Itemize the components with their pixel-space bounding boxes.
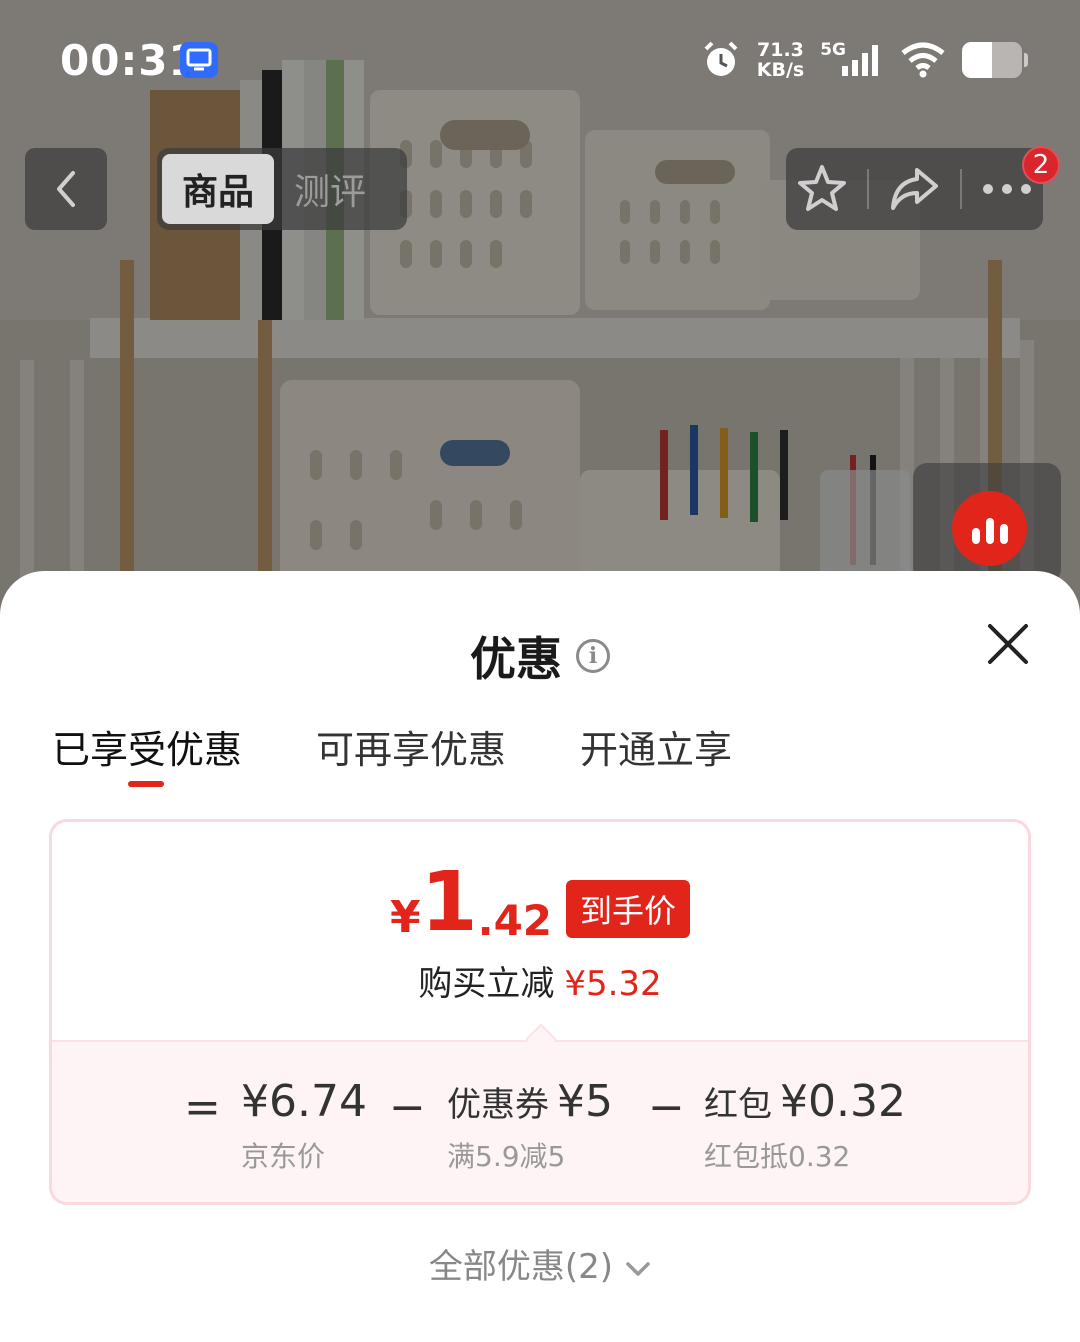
sheet-header: 优惠 i [0,623,1080,689]
breakdown-coupon: 优惠券 ¥5 满5.9减5 [447,1076,613,1175]
network-speed-value: 71.3 [757,39,804,61]
breakdown-red-packet: 红包 ¥0.32 红包抵0.32 [704,1076,906,1175]
final-price: ¥ 1 .42 [390,862,552,944]
discount-sheet: 优惠 i 已享受优惠 可再享优惠 开通立享 ¥ 1 .42 到手价 购买立减 ¥5… [0,571,1080,1342]
discount-card: ¥ 1 .42 到手价 购买立减 ¥5.32 = ¥6.74 京东价 − 优惠券 ¥… [49,819,1031,1205]
live-bar [999,524,1008,544]
network-speed: 71.3 KB/s [757,40,804,80]
sheet-title: 优惠 [470,632,562,686]
savings-row: 购买立减 ¥5.32 [52,956,1028,1005]
live-button[interactable] [952,491,1027,566]
all-discounts-label: 全部优惠(2) [428,1247,614,1287]
notification-badge: 2 [1022,146,1060,184]
status-bar: 00:31 71.3 KB/s 5G [0,0,1080,120]
tab-enjoyed-discounts[interactable]: 已享受优惠 [52,719,242,799]
minus-sign: − [648,1082,685,1133]
final-price-row: ¥ 1 .42 到手价 [52,862,1028,944]
currency-symbol: ¥ [389,892,421,943]
nav-actions [786,148,1043,230]
price-decimal: .42 [477,896,553,945]
discount-tabs: 已享受优惠 可再享优惠 开通立享 [52,719,732,799]
price-integer: 1 [420,855,478,950]
coupon-label: 优惠券 [447,1085,549,1125]
back-icon [57,171,75,207]
more-icon[interactable] [980,179,1034,199]
breakdown-base-price: ¥6.74 京东价 [241,1076,367,1175]
close-icon[interactable] [985,621,1031,667]
price-breakdown: = ¥6.74 京东价 − 优惠券 ¥5 满5.9减5 − 红包 ¥0.32 红包抵… [52,1040,1028,1202]
live-bar [971,528,980,544]
red-packet-value: ¥0.32 [780,1076,906,1127]
red-packet-label: 红包 [704,1085,772,1125]
final-price-tag: 到手价 [566,880,691,938]
equals-sign: = [184,1082,221,1133]
live-bar [985,518,994,544]
coupon-condition: 满5.9减5 [447,1140,566,1173]
info-icon[interactable]: i [576,639,610,673]
tab-more-discounts[interactable]: 可再享优惠 [316,719,506,799]
divider [959,169,962,209]
signal-icon [842,45,878,76]
minus-sign: − [389,1082,426,1133]
alarm-icon [704,41,738,76]
network-speed-unit: KB/s [756,59,805,81]
share-icon[interactable] [887,162,941,216]
nav-tabs: 商品 测评 [157,148,407,230]
all-discounts-button[interactable]: 全部优惠(2) [0,1239,1080,1288]
savings-amount: ¥5.32 [564,964,662,1004]
tab-product[interactable]: 商品 [162,154,275,224]
status-time: 00:31 [60,36,199,85]
base-price-value: ¥6.74 [241,1076,367,1127]
savings-label: 购买立减 [418,964,555,1004]
tab-activate-discounts[interactable]: 开通立享 [580,719,732,799]
base-price-label: 京东价 [241,1140,326,1173]
chevron-down-icon [626,1261,650,1276]
coupon-value: ¥5 [557,1076,613,1127]
wifi-icon [901,42,945,78]
divider [867,169,870,209]
back-button[interactable] [25,148,107,230]
red-packet-detail: 红包抵0.32 [704,1140,851,1173]
battery-icon [962,42,1028,78]
star-icon[interactable] [795,162,849,216]
screen-share-icon [180,42,218,78]
tab-reviews[interactable]: 测评 [274,154,386,224]
status-icons: 71.3 KB/s 5G [701,38,1028,82]
